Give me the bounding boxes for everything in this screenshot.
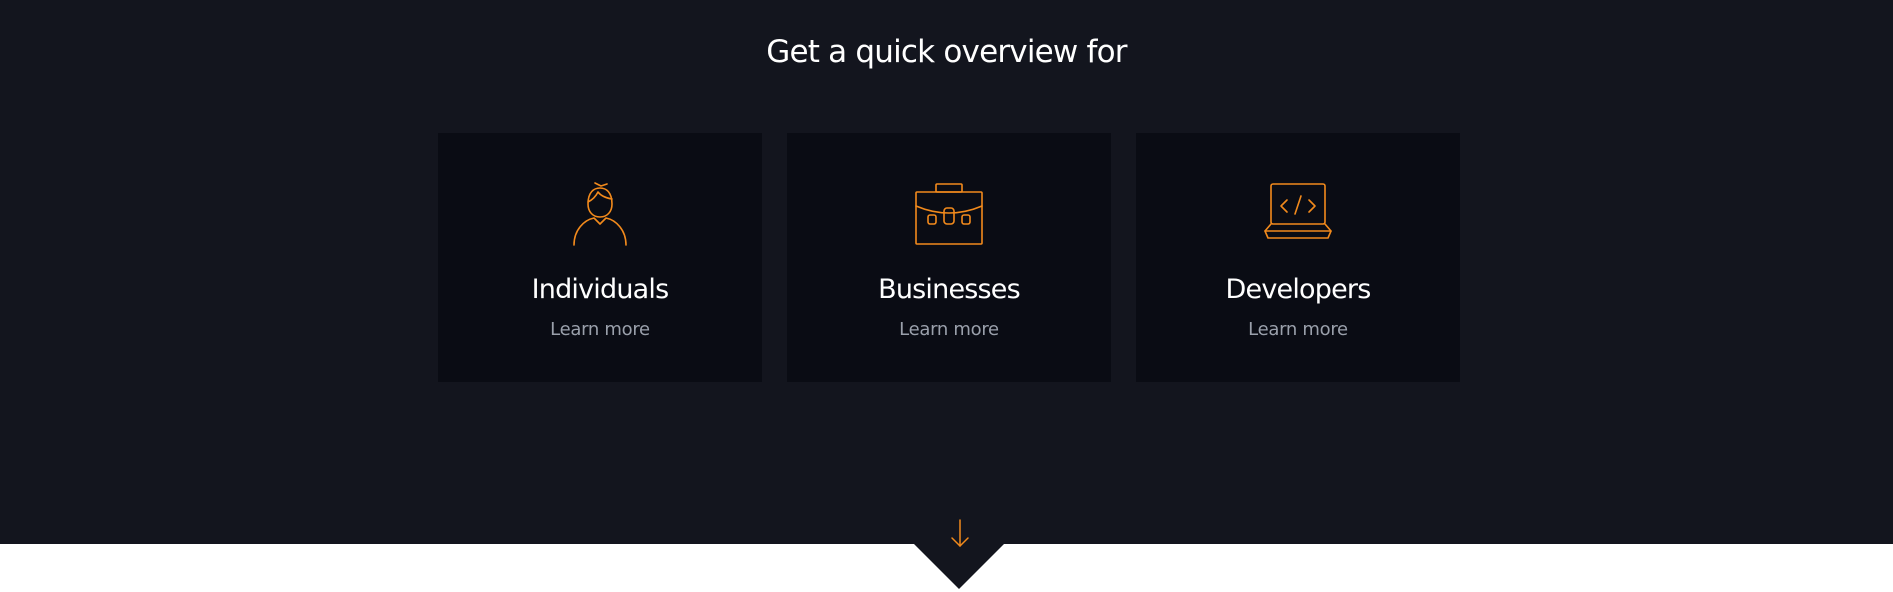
card-title: Individuals bbox=[531, 274, 670, 305]
card-individuals[interactable]: Individuals Learn more bbox=[438, 133, 762, 382]
section-notch bbox=[914, 544, 1004, 589]
overview-cards: Individuals Learn more Businesses Learn … bbox=[438, 133, 1460, 382]
learn-more-link[interactable]: Learn more bbox=[787, 319, 1111, 341]
section-heading: Get a quick overview for bbox=[766, 34, 1127, 70]
card-title: Developers bbox=[1225, 274, 1372, 305]
arrow-down-icon[interactable] bbox=[949, 518, 971, 550]
learn-more-link[interactable]: Learn more bbox=[1136, 319, 1460, 341]
card-title: Businesses bbox=[878, 274, 1021, 305]
card-businesses[interactable]: Businesses Learn more bbox=[787, 133, 1111, 382]
card-developers[interactable]: Developers Learn more bbox=[1136, 133, 1460, 382]
person-icon bbox=[438, 180, 762, 246]
learn-more-link[interactable]: Learn more bbox=[438, 319, 762, 341]
briefcase-icon bbox=[787, 180, 1111, 246]
laptop-code-icon bbox=[1136, 180, 1460, 246]
overview-section: Get a quick overview for Individuals Lea… bbox=[0, 0, 1893, 589]
